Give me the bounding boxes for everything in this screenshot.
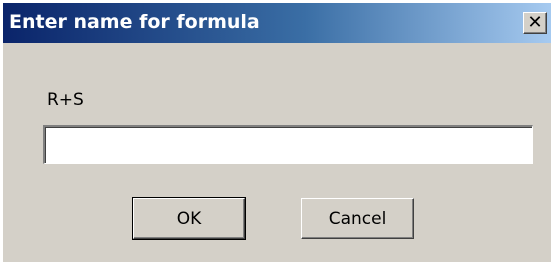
formula-name-dialog: Enter name for formula ✕ R+S OK Cancel xyxy=(2,2,551,262)
dialog-title: Enter name for formula xyxy=(9,11,260,33)
cancel-button[interactable]: Cancel xyxy=(301,198,414,239)
close-button[interactable]: ✕ xyxy=(523,12,547,34)
formula-name-input[interactable] xyxy=(43,125,533,164)
close-icon: ✕ xyxy=(527,12,543,33)
formula-prompt-label: R+S xyxy=(47,90,84,110)
ok-button[interactable]: OK xyxy=(132,197,246,240)
dialog-titlebar[interactable]: Enter name for formula ✕ xyxy=(3,3,551,43)
